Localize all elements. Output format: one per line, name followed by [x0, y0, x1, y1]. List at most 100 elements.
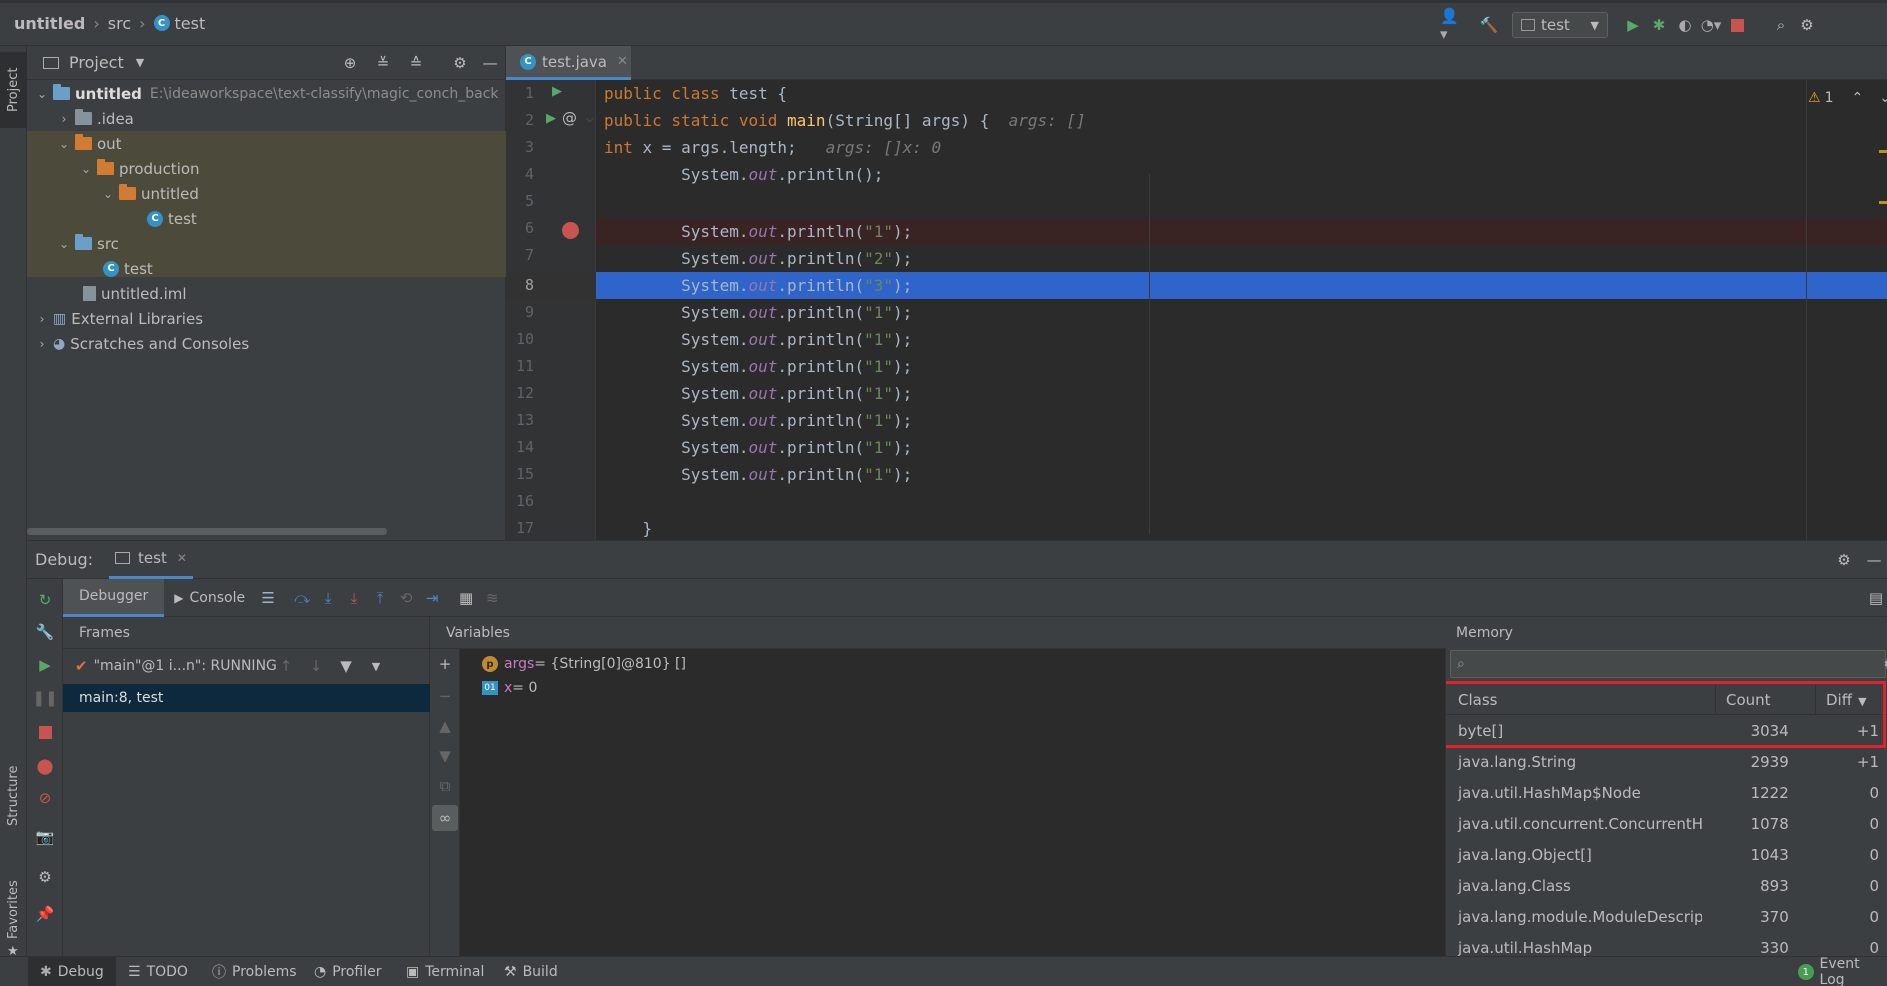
force-step-into-icon[interactable]: ⤓ [341, 585, 367, 611]
status-tab-terminal[interactable]: ▣ Terminal [406, 957, 484, 986]
table-row[interactable]: java.util.HashMap$Node 1222 0 [1446, 777, 1887, 808]
fold-icon[interactable]: ⌵ [586, 114, 594, 125]
expand-all-icon[interactable]: ≚ [370, 50, 396, 76]
table-row[interactable]: java.util.HashMap 330 0 [1446, 932, 1887, 957]
chevron-down-icon[interactable]: ▼ [363, 653, 389, 679]
settings-gear-icon[interactable]: ⚙ [32, 864, 58, 890]
tab-console[interactable]: ▶ Console [164, 579, 255, 617]
error-marker[interactable] [1879, 201, 1887, 204]
filter-icon[interactable]: ▼ [333, 653, 359, 679]
move-down-icon[interactable]: ▼ [432, 743, 458, 769]
run-gutter-icon[interactable]: ▶ [552, 84, 562, 99]
search-icon[interactable]: ⌕ [1768, 12, 1794, 38]
tree-item-iml[interactable]: untitled.iml [83, 281, 187, 306]
move-up-icon[interactable]: ▲ [432, 713, 458, 739]
run-to-cursor-icon[interactable]: ⇥ [419, 585, 445, 611]
coverage-icon[interactable]: ◐ [1672, 12, 1698, 38]
tree-item-untitled[interactable]: ⌄ untitled E:\ideaworkspace\text-classif… [35, 81, 499, 106]
tree-item-test-class-out[interactable]: C test [147, 206, 197, 231]
hide-panel-icon[interactable]: — [477, 50, 503, 76]
tree-item-production[interactable]: ⌄ production [79, 156, 200, 181]
remove-watch-icon[interactable]: − [432, 683, 458, 709]
build-hammer-icon[interactable]: 🔨 [1476, 12, 1502, 38]
view-breakpoints-icon[interactable]: ⬤ [32, 753, 58, 779]
chevron-up-icon[interactable]: ⌃ [1851, 90, 1863, 106]
inspection-widget[interactable]: ⚠ 1 ⌃ ⌄ [1808, 88, 1887, 108]
tree-item-untitled-out[interactable]: ⌄ untitled [101, 181, 199, 206]
stop-icon[interactable] [32, 719, 58, 745]
variable-row[interactable]: p args = {String[0]@810} [] [482, 652, 686, 676]
table-row[interactable]: java.util.concurrent.ConcurrentHas 1078 0 [1446, 808, 1887, 839]
variable-row[interactable]: 01 x = 0 [482, 676, 537, 700]
stop-icon[interactable] [1724, 12, 1750, 38]
frames-list-icon[interactable]: ☰ [255, 585, 281, 611]
chevron-down-icon[interactable]: ⌄ [1879, 90, 1887, 106]
trace-stream-icon[interactable]: ≋ [479, 585, 505, 611]
event-log-button[interactable]: 1 Event Log [1798, 956, 1887, 986]
run-icon[interactable]: ▶ [1620, 12, 1646, 38]
tree-item-out[interactable]: ⌄ out [57, 131, 122, 156]
step-out-icon[interactable]: ⤒ [367, 585, 393, 611]
editor-tab-test-java[interactable]: C test.java ✕ [506, 46, 631, 80]
memory-search-input[interactable]: ⌕ [1450, 650, 1886, 678]
side-tab-structure[interactable]: Structure [0, 746, 27, 836]
tab-debugger[interactable]: Debugger [63, 578, 165, 617]
status-tab-build[interactable]: ⚒ Build [504, 957, 558, 986]
table-row[interactable]: java.lang.Class 893 0 [1446, 870, 1887, 901]
breadcrumb-file[interactable]: test [175, 14, 206, 33]
evaluate-expression-icon[interactable]: ▦ [453, 585, 479, 611]
tree-item-external-libraries[interactable]: › ▥ External Libraries [35, 306, 203, 331]
mute-breakpoints-icon[interactable]: ⊘ [32, 785, 58, 811]
close-icon[interactable]: ✕ [177, 551, 187, 565]
debug-settings-gear-icon[interactable]: ⚙ [1831, 547, 1857, 573]
status-tab-profiler[interactable]: ◔ Profiler [314, 957, 382, 986]
table-row[interactable]: java.lang.Object[] 1043 0 [1446, 839, 1887, 870]
memory-settings-gear-icon[interactable]: ⚙ [1877, 651, 1887, 677]
resume-icon[interactable]: ▶ [32, 652, 58, 678]
tree-item-idea[interactable]: › .idea [57, 106, 134, 131]
table-row[interactable]: java.lang.String 2939 +1 [1446, 746, 1887, 777]
step-over-icon[interactable]: ⤼ [289, 585, 315, 611]
breakpoint-icon[interactable] [562, 222, 579, 239]
pin-icon[interactable]: 📌 [32, 901, 58, 927]
debug-bug-icon[interactable]: ✱ [1646, 12, 1672, 38]
thread-selector[interactable]: ✔ "main"@1 i...n": RUNNING ↑ ↓ ▼ ▼ [63, 649, 430, 683]
arrow-down-icon[interactable]: ↓ [303, 653, 329, 679]
locate-file-icon[interactable]: ⊕ [337, 50, 363, 76]
pause-icon[interactable]: ❚❚ [32, 685, 58, 711]
project-panel-title[interactable]: Project [69, 53, 124, 72]
breadcrumb-folder[interactable]: src [108, 14, 131, 33]
tree-item-src[interactable]: ⌄ src [57, 231, 119, 256]
step-into-icon[interactable]: ⤓ [315, 585, 341, 611]
copy-icon[interactable]: ⧉ [432, 773, 458, 799]
status-tab-debug[interactable]: ✱ Debug [28, 957, 116, 986]
hide-panel-icon[interactable]: — [1861, 547, 1887, 573]
code-area[interactable]: public class test { public static void m… [604, 80, 1784, 540]
side-tab-favorites[interactable]: Favorites ★ [0, 861, 27, 959]
add-watch-icon[interactable]: + [432, 651, 458, 677]
debug-session-tab[interactable]: test ✕ [109, 541, 193, 579]
table-row[interactable]: java.lang.module.ModuleDescriptc 370 0 [1446, 901, 1887, 932]
frame-row-selected[interactable]: main:8, test [63, 684, 430, 712]
collapse-all-icon[interactable]: ≙ [403, 50, 429, 76]
camera-icon[interactable]: 📷 [32, 824, 58, 850]
breadcrumb-project[interactable]: untitled [14, 14, 85, 33]
chevron-down-icon[interactable]: ▼ [136, 56, 144, 69]
rerun-icon[interactable]: ↻ [32, 587, 58, 613]
warning-marker[interactable] [1879, 150, 1887, 153]
settings-gear-icon[interactable]: ⚙ [1794, 12, 1820, 38]
user-icon[interactable]: 👤▾ [1440, 7, 1466, 43]
drop-frame-icon[interactable]: ⟲ [393, 585, 419, 611]
panel-settings-gear-icon[interactable]: ⚙ [447, 50, 473, 76]
profiler-icon[interactable]: ◔▾ [1698, 12, 1724, 38]
watches-glasses-icon[interactable]: ∞ [432, 805, 458, 831]
layout-icon[interactable]: ▤ [1863, 585, 1887, 611]
side-tab-project[interactable]: Project [0, 52, 27, 128]
tree-item-test-class-src[interactable]: C test [103, 256, 153, 281]
arrow-up-icon[interactable]: ↑ [273, 653, 299, 679]
status-tab-problems[interactable]: ⓘ Problems [212, 957, 297, 986]
tree-item-scratches[interactable]: › ◕ Scratches and Consoles [35, 331, 250, 356]
status-tab-todo[interactable]: ☰ TODO [128, 957, 188, 986]
run-gutter-icon[interactable]: ▶ [546, 111, 556, 126]
wrench-icon[interactable]: 🔧 [32, 619, 58, 645]
